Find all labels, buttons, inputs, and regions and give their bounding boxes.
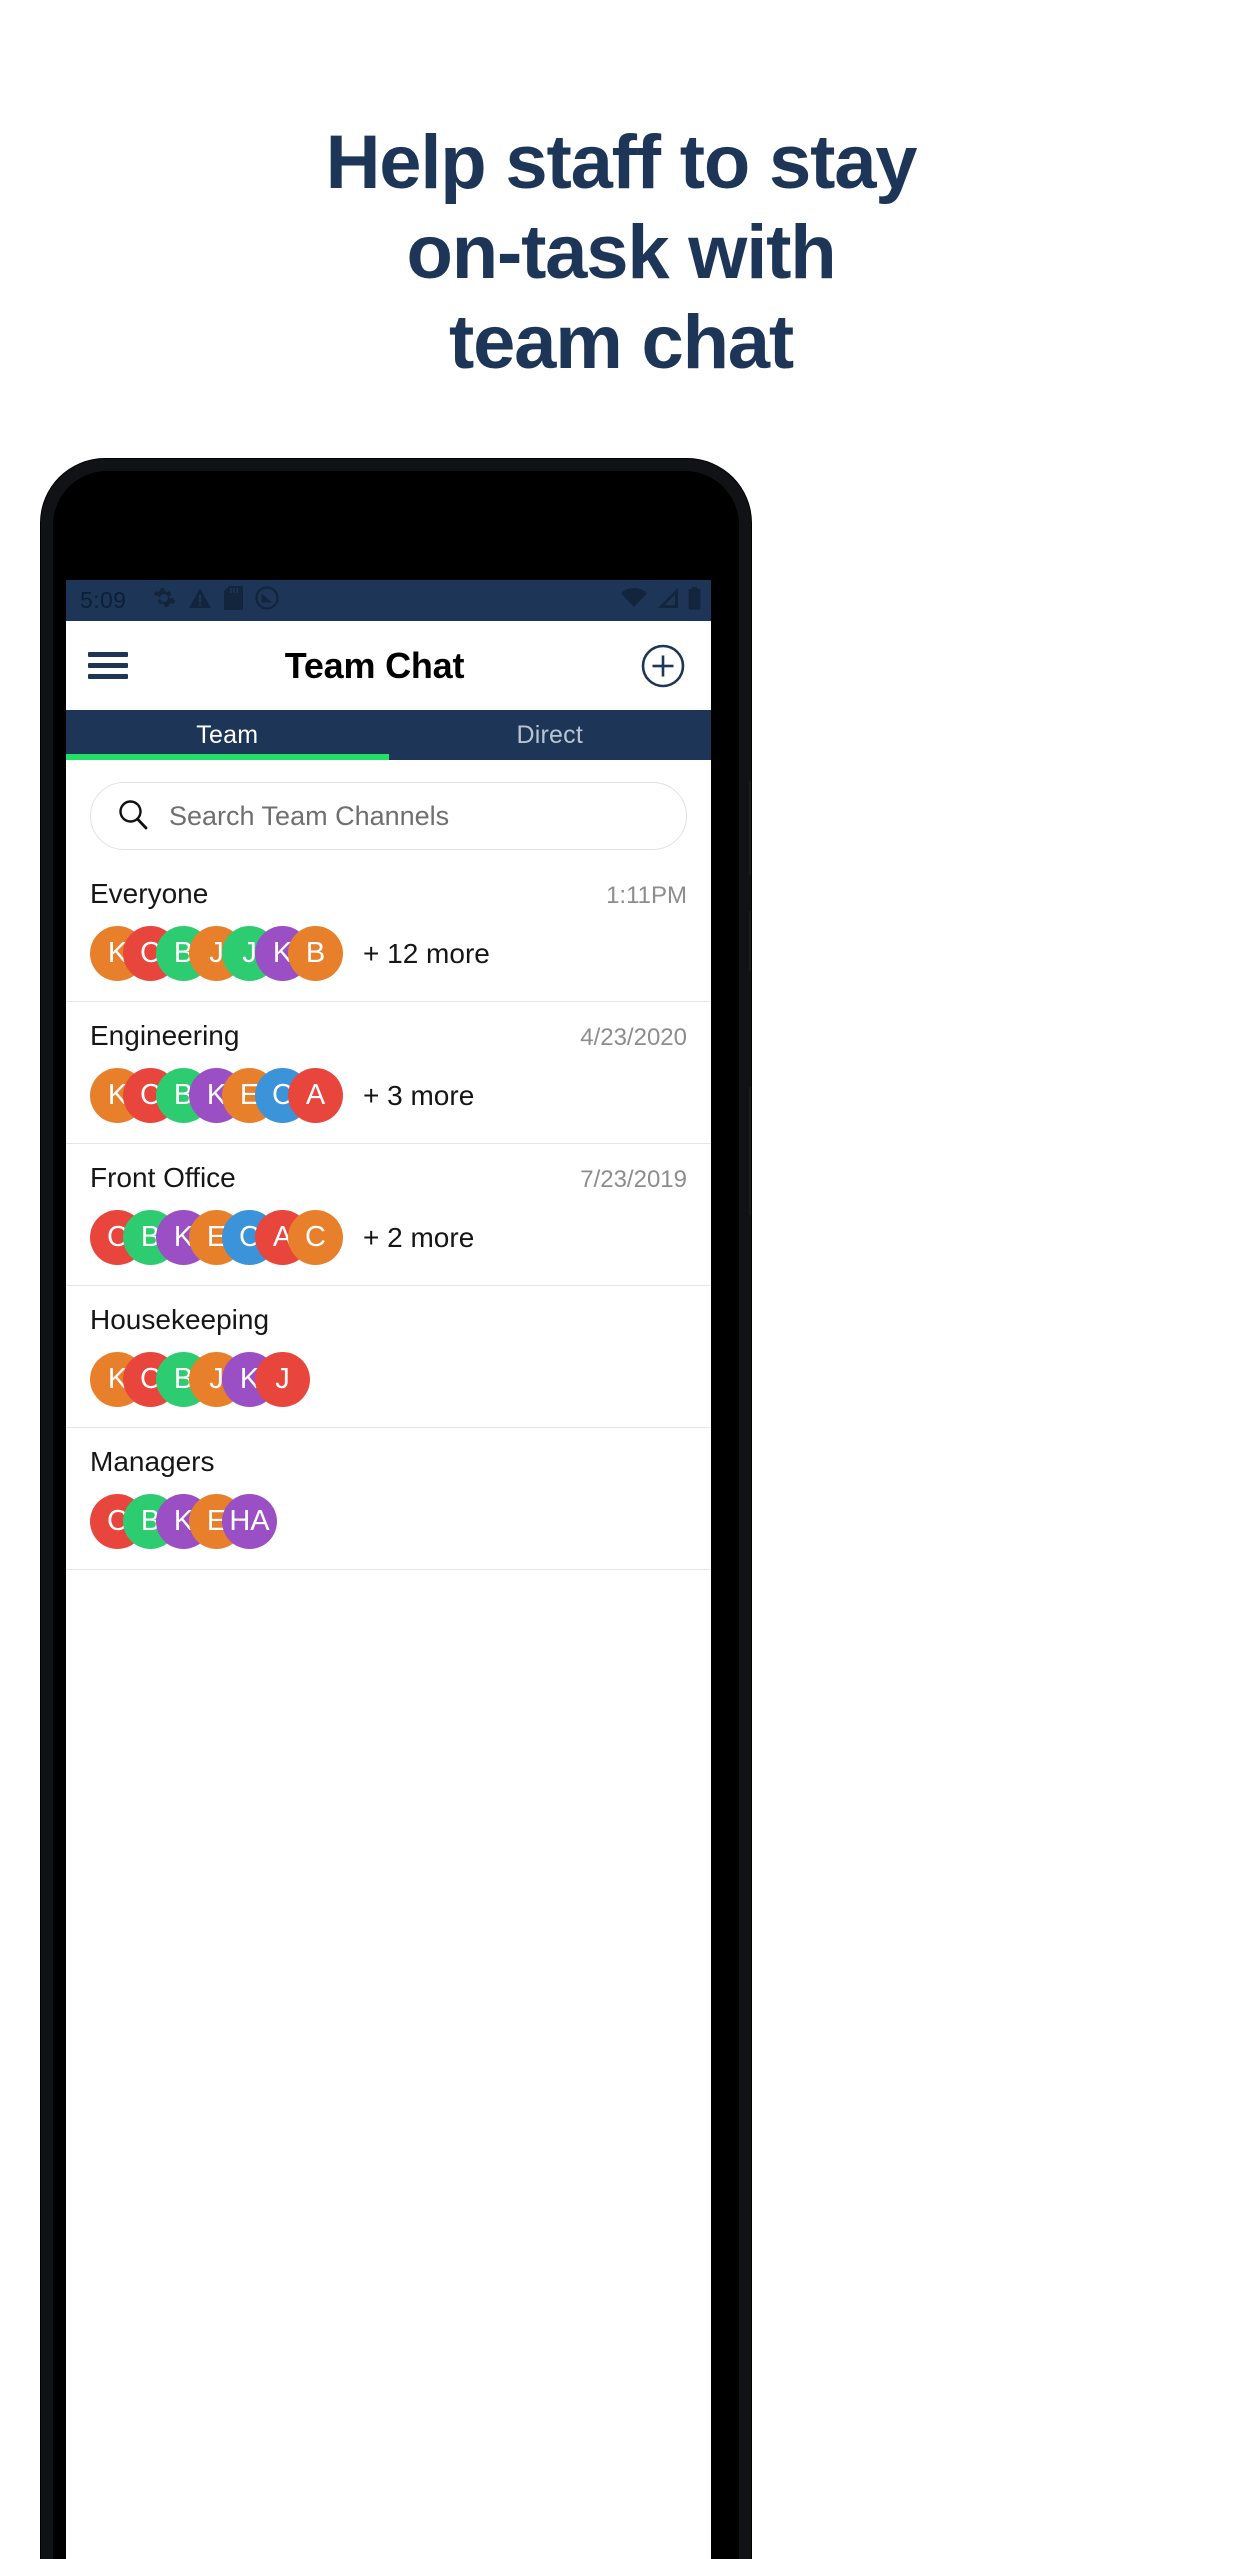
- phone-mockup: 5:09 Team Chat Team Direct Search Team C…: [41, 459, 751, 2559]
- channel-row-header: Everyone 1:11PM: [90, 878, 687, 910]
- channel-members: C B K E C A C + 2 more: [90, 1210, 687, 1265]
- channel-timestamp: 7/23/2019: [580, 1166, 687, 1193]
- more-members-label: + 3 more: [363, 1079, 475, 1111]
- volume-down-button[interactable]: [749, 911, 751, 971]
- page-title: Team Chat: [284, 644, 465, 686]
- tab-direct[interactable]: Direct: [389, 710, 712, 760]
- channel-timestamp: 1:11PM: [606, 882, 687, 909]
- channel-members: K C B J J K B + 12 more: [90, 926, 687, 981]
- avatar-group: KCBJJKB: [90, 926, 343, 981]
- power-button[interactable]: [749, 1087, 751, 1215]
- avatar: J: [255, 1352, 310, 1407]
- channel-list: Everyone 1:11PM K C B J J K B + 12 more Engineerin…: [66, 860, 711, 1570]
- volume-up-button[interactable]: [749, 781, 751, 875]
- page-headline: Help staff to stay on-task with team cha…: [0, 0, 1242, 388]
- do-not-disturb-icon: [255, 586, 279, 615]
- search-section: Search Team Channels: [66, 760, 711, 860]
- search-placeholder: Search Team Channels: [169, 800, 450, 831]
- gear-icon: [152, 586, 176, 615]
- avatar-group: KCBKECA: [90, 1068, 343, 1123]
- status-bar-clock: 5:09: [80, 587, 127, 613]
- channel-row[interactable]: Front Office 7/23/2019 C B K E C A C + 2 more: [66, 1144, 711, 1286]
- active-tab-indicator: [66, 754, 389, 760]
- tab-bar: Team Direct: [66, 710, 711, 760]
- plus-circle-icon[interactable]: [641, 644, 685, 688]
- status-bar-right: [621, 586, 701, 615]
- avatar: HA: [222, 1494, 277, 1549]
- sd-card-icon: [224, 586, 244, 615]
- tab-team[interactable]: Team: [66, 710, 389, 760]
- channel-name: Housekeeping: [90, 1304, 270, 1335]
- channel-name: Managers: [90, 1446, 215, 1477]
- channel-name: Engineering: [90, 1020, 240, 1051]
- channel-row-header: Engineering 4/23/2020: [90, 1020, 687, 1052]
- avatar-group: C B K E HA: [90, 1494, 277, 1549]
- search-icon: [117, 798, 149, 835]
- channel-members: K C B K E C A + 3 more: [90, 1068, 687, 1123]
- headline-line-3: team chat: [448, 300, 794, 385]
- avatar: C: [288, 1210, 343, 1265]
- wifi-icon: [621, 587, 647, 613]
- phone-screen: 5:09 Team Chat Team Direct Search Team C…: [66, 580, 711, 2559]
- channel-row[interactable]: Everyone 1:11PM K C B J J K B + 12 more: [66, 860, 711, 1002]
- channel-members: KCBJKJ: [90, 1352, 687, 1407]
- warning-triangle-icon: [188, 587, 212, 614]
- channel-members: C B K E HA: [90, 1494, 687, 1549]
- avatar: A: [288, 1068, 343, 1123]
- headline-line-1: Help staff to stay: [325, 120, 918, 205]
- channel-name: Front Office: [90, 1162, 236, 1193]
- headline-line-2: on-task with: [406, 210, 837, 295]
- status-bar: 5:09: [66, 580, 711, 621]
- app-bar: Team Chat: [66, 621, 711, 710]
- search-input[interactable]: Search Team Channels: [90, 782, 687, 850]
- status-bar-left: 5:09: [80, 586, 621, 615]
- avatar-group: CBKECAC: [90, 1210, 343, 1265]
- avatar: B: [288, 926, 343, 981]
- channel-row[interactable]: Managers C B K E HA: [66, 1428, 711, 1570]
- channel-row-header: Housekeeping: [90, 1304, 687, 1336]
- avatar-group: KCBJKJ: [90, 1352, 310, 1407]
- channel-name: Everyone: [90, 878, 209, 909]
- battery-icon: [688, 586, 701, 615]
- channel-timestamp: 4/23/2020: [580, 1024, 687, 1051]
- channel-row-header: Managers: [90, 1446, 687, 1478]
- more-members-label: + 2 more: [363, 1221, 475, 1253]
- more-members-label: + 12 more: [363, 937, 490, 969]
- channel-row[interactable]: Engineering 4/23/2020 K C B K E C A + 3 more: [66, 1002, 711, 1144]
- channel-row[interactable]: Housekeeping K C B J K J: [66, 1286, 711, 1428]
- channel-row-header: Front Office 7/23/2019: [90, 1162, 687, 1194]
- cellular-signal-icon: [656, 588, 679, 613]
